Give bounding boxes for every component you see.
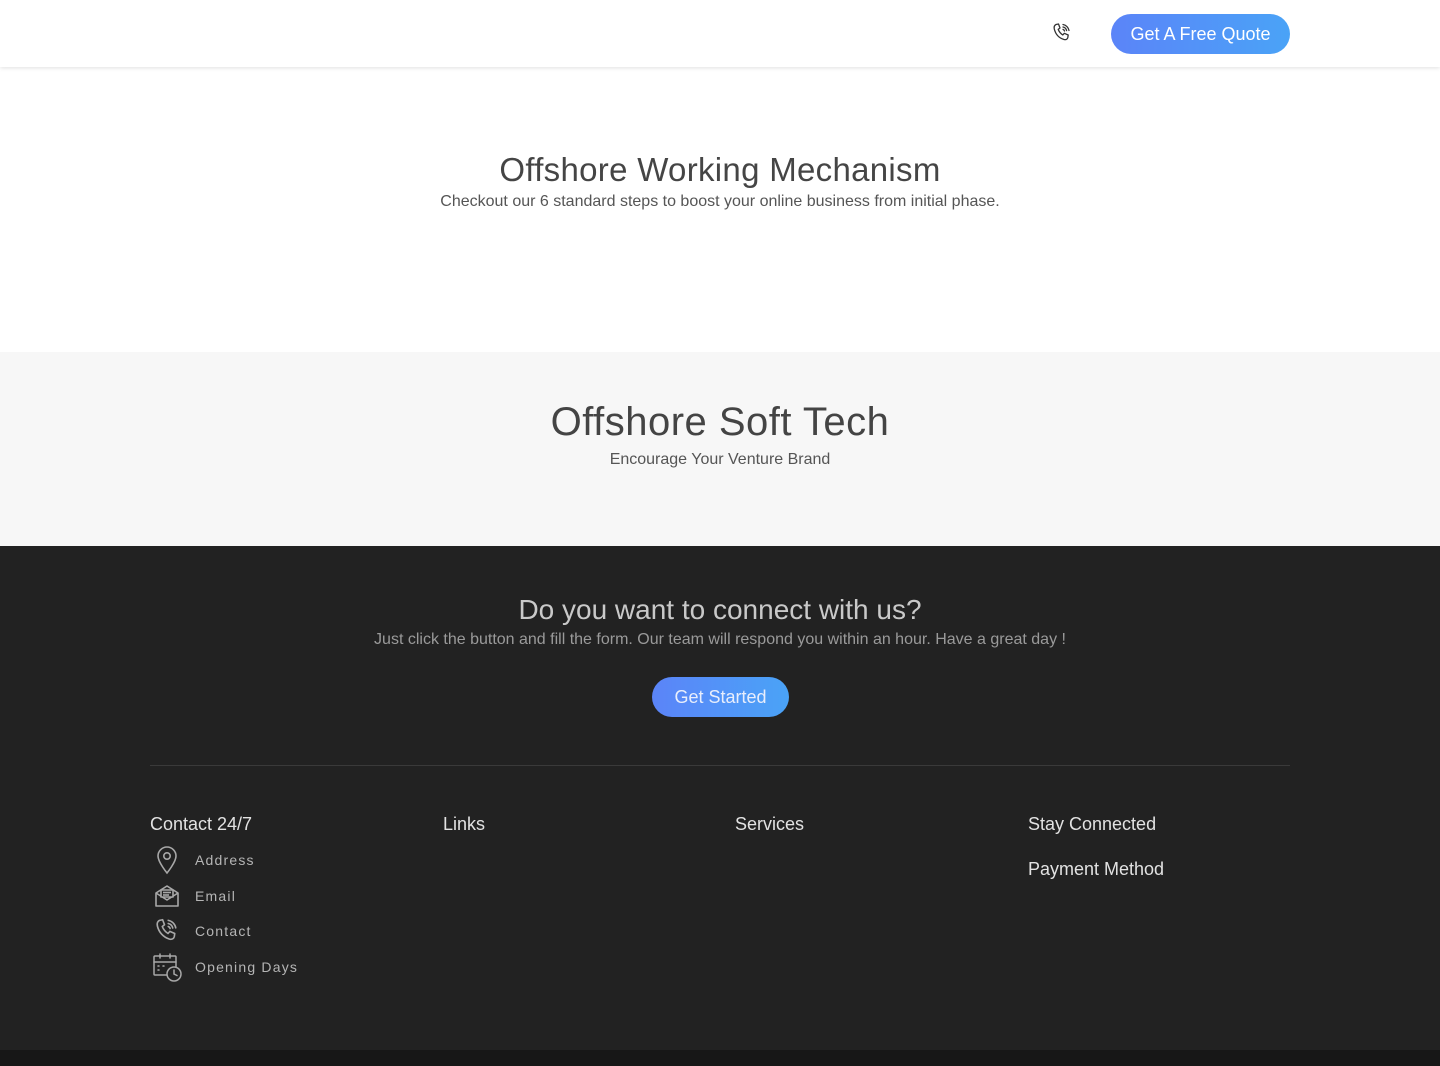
footer-divider (150, 765, 1290, 766)
payment-method-title: Payment Method (1028, 859, 1165, 879)
phone-call-icon[interactable] (1049, 20, 1075, 46)
location-pin-icon (150, 844, 184, 876)
contact-item-label: Address (195, 852, 255, 868)
links-column-title: Links (443, 814, 486, 834)
contact-item-contact[interactable]: Contact (150, 915, 252, 947)
contact-item-label: Email (195, 888, 237, 904)
brand-title: Offshore Soft Tech (550, 400, 890, 444)
cta-title: Do you want to connect with us? (518, 594, 922, 625)
stay-connected-title: Stay Connected (1028, 814, 1157, 834)
contact-item-label: Contact (195, 923, 252, 939)
site-header: Get A Free Quote (0, 0, 1440, 67)
brand-subtitle: Encourage Your Venture Brand (609, 451, 831, 468)
brand-section: Offshore Soft Tech Encourage Your Ventur… (0, 352, 1440, 546)
contact-item-address[interactable]: Address (150, 844, 255, 876)
contact-item-opening-days[interactable]: Opening Days (150, 951, 298, 983)
mechanism-section: Offshore Working Mechanism Checkout our … (0, 67, 1440, 352)
get-started-button[interactable]: Get Started (652, 677, 789, 717)
contact-item-email[interactable]: Email (150, 880, 236, 912)
calendar-clock-icon (150, 951, 184, 983)
site-footer: Do you want to connect with us? Just cli… (0, 546, 1440, 1050)
services-column-title: Services (735, 814, 805, 834)
get-free-quote-button[interactable]: Get A Free Quote (1111, 14, 1290, 54)
contact-column-title: Contact 24/7 (150, 814, 253, 834)
mechanism-subtitle: Checkout our 6 standard steps to boost y… (440, 193, 1000, 210)
footer-bottom-bar (0, 1050, 1440, 1066)
phone-call-icon (150, 915, 184, 947)
mechanism-title: Offshore Working Mechanism (499, 151, 941, 188)
contact-item-label: Opening Days (195, 959, 299, 975)
cta-subtitle: Just click the button and fill the form.… (374, 631, 1066, 648)
email-icon (150, 880, 184, 912)
